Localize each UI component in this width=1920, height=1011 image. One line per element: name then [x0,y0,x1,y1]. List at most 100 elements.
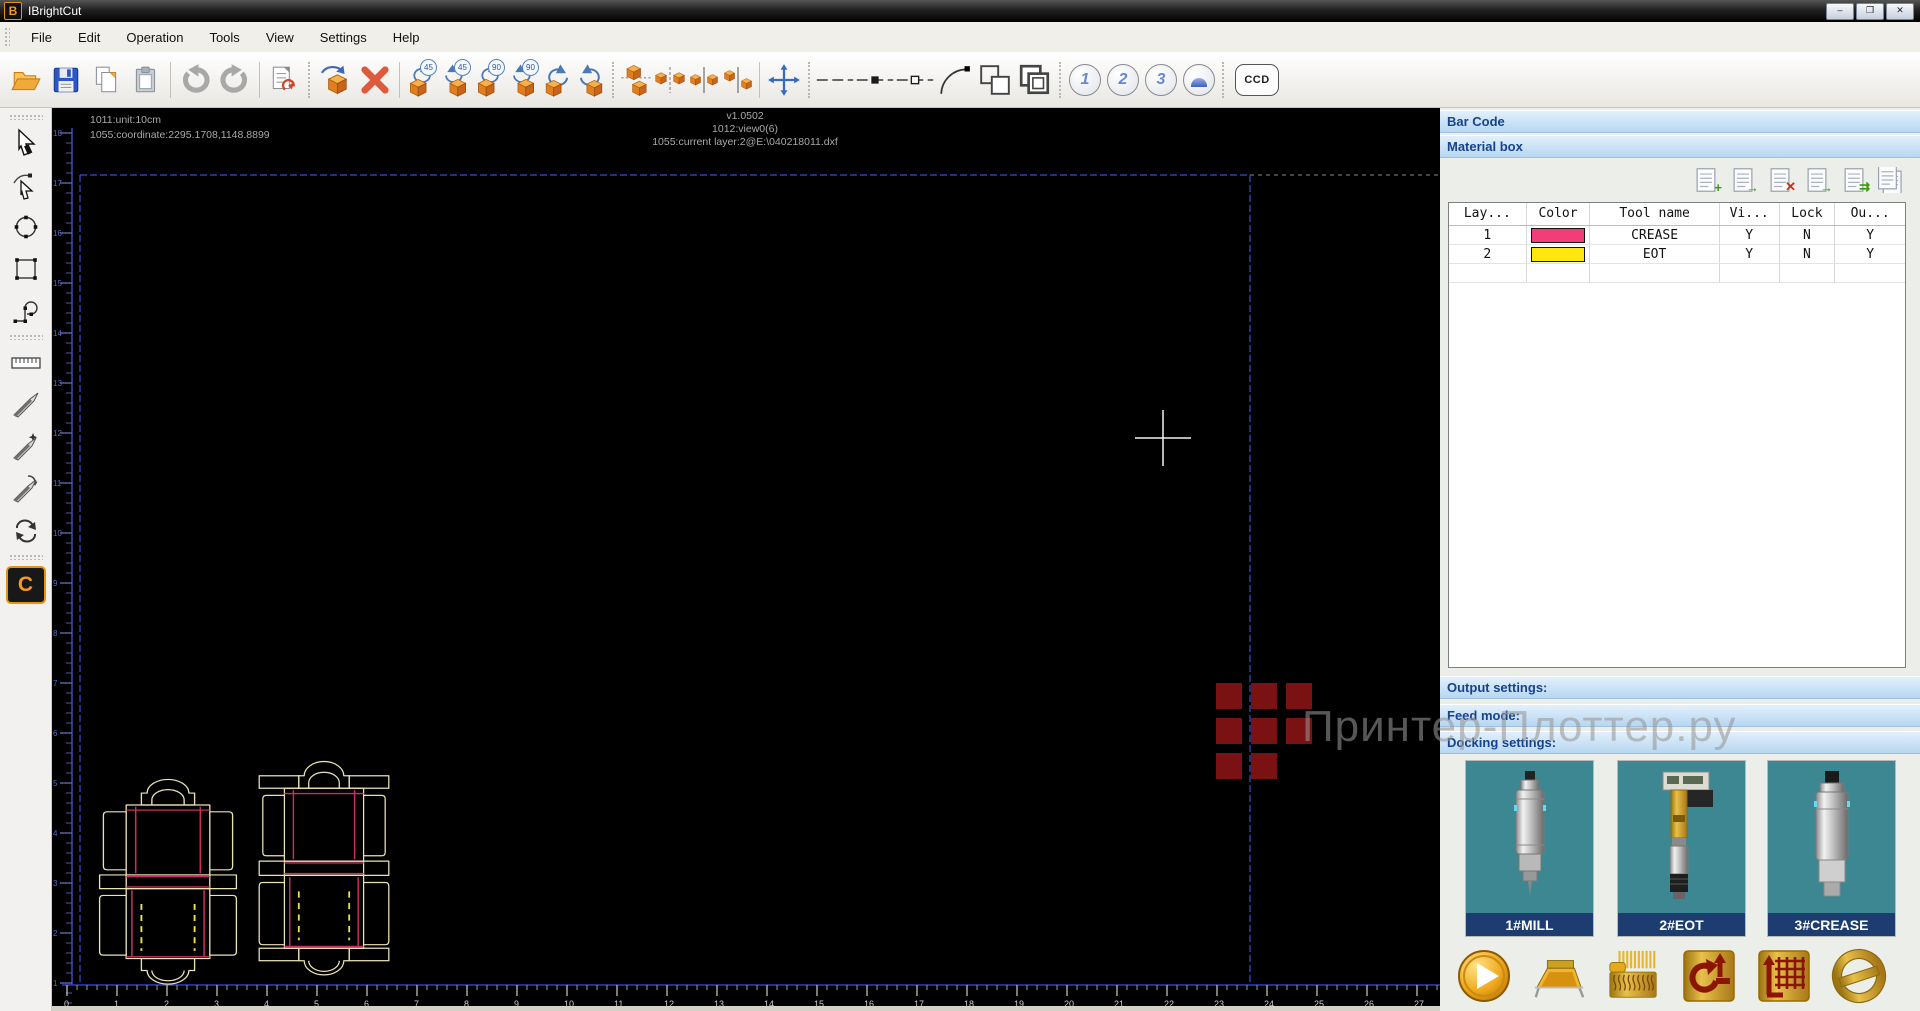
drawing-canvas[interactable]: 181716151413121110987654321 012345678910… [52,108,1440,1011]
combine-button[interactable] [975,59,1015,101]
svg-text:12: 12 [53,429,62,438]
mirror-copy-button[interactable] [721,59,755,101]
rotate-90-ccw-button[interactable]: 90 [472,59,506,101]
svg-text:24: 24 [1264,999,1274,1009]
menu-item-operation[interactable]: Operation [113,26,196,49]
menu-item-tools[interactable]: Tools [196,26,252,49]
stop-button[interactable] [1831,948,1887,1004]
menu-item-edit[interactable]: Edit [65,26,113,49]
redo-button[interactable] [215,59,255,101]
mirror-vertical-button[interactable] [687,59,721,101]
table-row[interactable] [1449,264,1905,283]
color-swatch[interactable] [1531,228,1586,243]
line-style-node-open-button[interactable] [895,59,935,101]
tool-card-label: 3#CREASE [1768,913,1895,936]
rotate-free-ccw-button[interactable] [540,59,574,101]
svg-text:12: 12 [664,999,674,1009]
view-text: 1012:view0(6) [545,123,945,136]
color-swatch[interactable] [1531,247,1586,262]
loop-tool[interactable] [6,510,46,552]
arc-tool-button[interactable] [935,59,975,101]
section-bar-code[interactable]: Bar Code [1440,110,1920,133]
dieline-drawing-1[interactable] [100,779,237,984]
rotate-90-cw-button[interactable]: 90 [506,59,540,101]
close-button[interactable]: ✕ [1886,3,1914,20]
view-1-label: 1 [1081,71,1090,89]
rotate-free-cw-button[interactable] [574,59,608,101]
node-edit-tool[interactable] [6,164,46,206]
material-table[interactable]: Lay...ColorTool nameVi...LockOu...1CREAS… [1448,202,1906,668]
table-row[interactable]: 1CREASEYNY [1449,226,1905,245]
feed-button[interactable] [1531,948,1587,1004]
menu-item-file[interactable]: File [18,26,65,49]
grid-origin-button[interactable] [1756,948,1812,1004]
minimize-button[interactable]: – [1826,3,1854,20]
mirror-v-icon [687,65,721,95]
select-tool[interactable] [6,122,46,164]
measure-tool[interactable] [6,342,46,384]
tool-card-mill[interactable]: 1#MILL [1465,760,1594,937]
tool-card-eot[interactable]: 2#EOT [1617,760,1746,937]
menu-item-help[interactable]: Help [380,26,433,49]
circle-tool[interactable] [6,206,46,248]
knife-tool[interactable] [6,384,46,426]
paste-button[interactable] [126,59,166,101]
maximize-button[interactable]: ❐ [1856,3,1884,20]
export-all-button[interactable]: ⇉ [1841,167,1869,193]
view-1-button[interactable]: 1 [1069,64,1101,96]
prohibition-icon [1831,948,1887,1004]
rotate-45-ccw-button[interactable]: 45 [404,59,438,101]
knife-curve-tool[interactable] [6,468,46,510]
delete-button[interactable] [355,59,395,101]
section-feed-mode[interactable]: Feed mode: [1440,704,1920,727]
line-style-dash-button[interactable] [815,59,855,101]
menu-item-settings[interactable]: Settings [307,26,380,49]
move-button[interactable] [764,59,804,101]
start-button[interactable] [1456,948,1512,1004]
mirror-horizontal-button[interactable] [653,59,687,101]
import-button[interactable] [264,59,304,101]
tool-card-crease[interactable]: 3#CREASE [1767,760,1896,937]
app-c-logo[interactable]: C [6,566,46,604]
copy-button[interactable] [86,59,126,101]
section-output-settings[interactable]: Output settings: [1440,676,1920,699]
copy-layers-button[interactable] [1878,167,1906,193]
undo-button[interactable] [175,59,215,101]
section-material-box[interactable]: Material box [1440,135,1920,158]
table-cell: N [1780,245,1836,264]
rectangle-tool[interactable] [6,248,46,290]
menu-item-view[interactable]: View [253,26,307,49]
cycle-arrows-icon [10,517,42,545]
delete-layer-button[interactable]: ✕ [1767,167,1795,193]
knife-add-tool[interactable] [6,426,46,468]
add-layer-button[interactable]: + [1693,167,1721,193]
open-folder-icon [10,64,42,96]
svg-text:15: 15 [53,279,62,288]
rotate-ccw-icon [540,61,574,99]
table-row[interactable]: 2EOTYNY [1449,245,1905,264]
polyline-icon [11,296,41,326]
rotate-45-cw-button[interactable]: 45 [438,59,472,101]
svg-text:16: 16 [864,999,874,1009]
polyline-tool[interactable] [6,290,46,332]
insert-layer-button[interactable]: → [1730,167,1758,193]
array-copy-button[interactable] [619,59,653,101]
open-button[interactable] [6,59,46,101]
rotate-origin-button[interactable] [1681,948,1737,1004]
brush-button[interactable] [1606,948,1662,1004]
rotate-origin-icon [1682,949,1736,1003]
ccd-button[interactable]: CCD [1235,64,1279,96]
section-docking-settings[interactable]: Docking settings: [1440,731,1920,754]
dieline-drawing-2[interactable] [259,762,389,975]
box-transform-button[interactable] [315,59,355,101]
export-layer-button[interactable]: → [1804,167,1832,193]
group-squares-icon [1017,63,1053,97]
line-style-node-filled-button[interactable] [855,59,895,101]
view-all-button[interactable] [1183,64,1215,96]
view-3-button[interactable]: 3 [1145,64,1177,96]
svg-text:2: 2 [164,999,169,1009]
group-button[interactable] [1015,59,1055,101]
rotate-45-label: 45 [454,59,471,76]
view-2-button[interactable]: 2 [1107,64,1139,96]
save-button[interactable] [46,59,86,101]
